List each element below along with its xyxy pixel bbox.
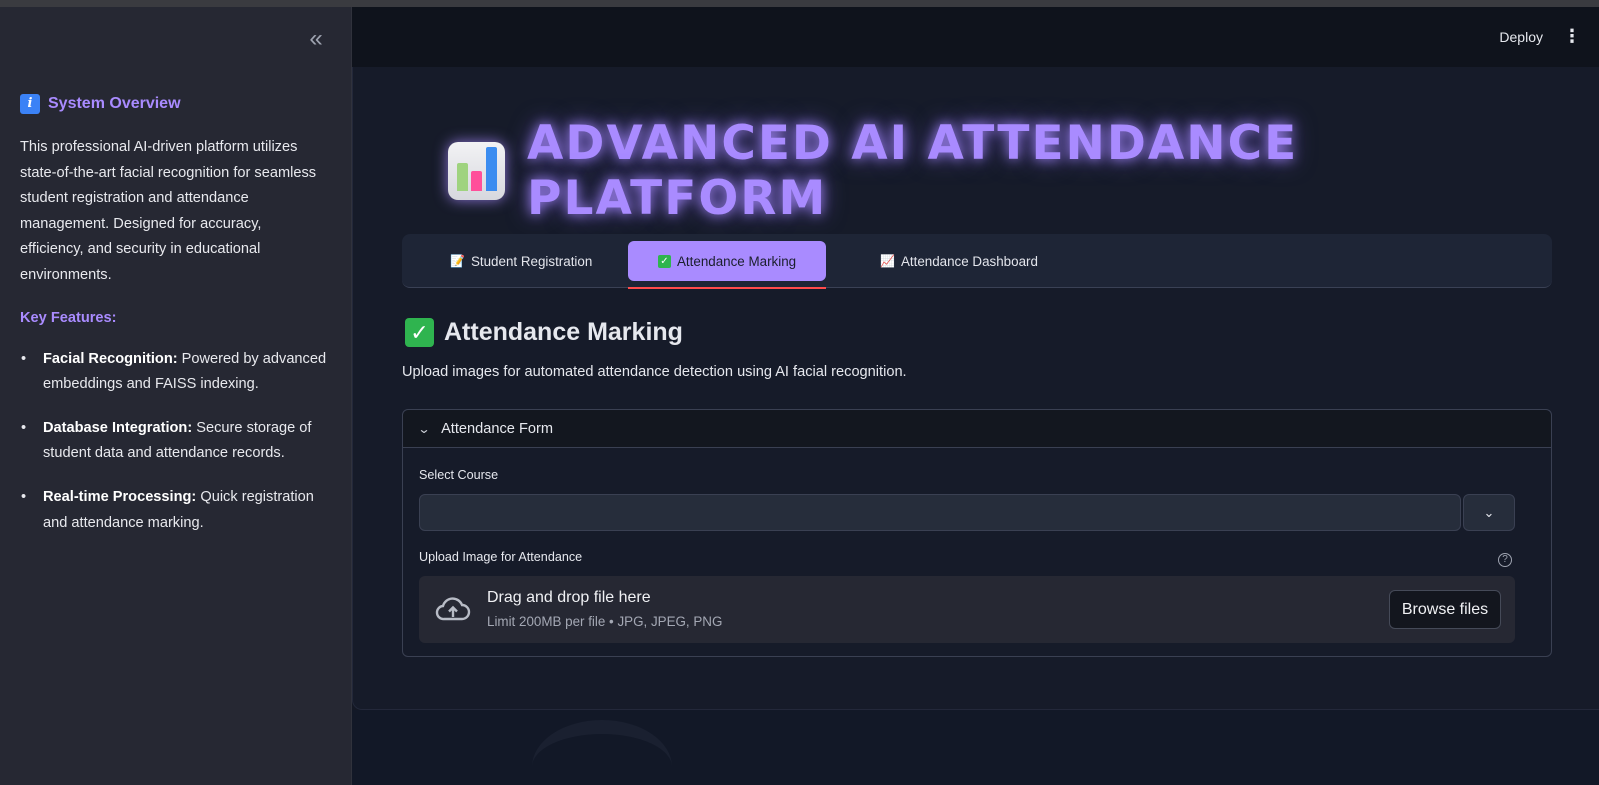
- feature-name: Database Integration:: [43, 419, 193, 436]
- section-title-text: Attendance Marking: [444, 318, 683, 346]
- features-list: Facial Recognition: Powered by advanced …: [20, 347, 329, 537]
- attendance-form-expander: ⌄ Attendance Form Select Course ⌄ Upload…: [402, 409, 1552, 657]
- deploy-button[interactable]: Deploy: [1499, 29, 1543, 45]
- app-header: Deploy ⋮: [352, 7, 1599, 67]
- check-icon: ✓: [658, 254, 671, 268]
- tab-student-registration[interactable]: 📝 Student Registration: [420, 241, 622, 281]
- feature-item: Facial Recognition: Powered by advanced …: [21, 347, 329, 398]
- info-icon: i: [20, 94, 40, 114]
- main-menu-icon[interactable]: ⋮: [1563, 27, 1581, 45]
- feature-item: Database Integration: Secure storage of …: [21, 416, 329, 467]
- help-icon[interactable]: ?: [1498, 553, 1512, 567]
- cloud-upload-icon: [435, 597, 471, 621]
- chevron-down-icon: ⌄: [417, 421, 431, 436]
- dropzone-limits: Limit 200MB per file • JPG, JPEG, PNG: [487, 614, 723, 629]
- browse-files-button[interactable]: Browse files: [1389, 590, 1501, 629]
- tab-bar: 📝 Student Registration ✓ Attendance Mark…: [402, 234, 1552, 289]
- file-dropzone[interactable]: Drag and drop file here Limit 200MB per …: [419, 576, 1515, 643]
- sidebar-description: This professional AI-driven platform uti…: [20, 139, 317, 283]
- course-select[interactable]: [419, 494, 1461, 531]
- dropzone-title: Drag and drop file here: [487, 589, 651, 606]
- main-content: ADVANCED AI ATTENDANCE PLATFORM 📝 Studen…: [352, 67, 1599, 710]
- check-icon: ✓: [405, 318, 434, 347]
- bar-chart-icon: [448, 142, 506, 200]
- section-title: ✓ Attendance Marking: [405, 318, 683, 347]
- expander-header[interactable]: ⌄ Attendance Form: [403, 410, 1551, 448]
- key-features-heading: Key Features:: [20, 309, 117, 326]
- sidebar: « i System Overview This professional AI…: [0, 7, 352, 785]
- window-top-strip: [0, 0, 1599, 7]
- feature-name: Real-time Processing:: [43, 488, 197, 505]
- tab-attendance-dashboard[interactable]: 📈 Attendance Dashboard: [850, 241, 1068, 281]
- course-label: Select Course: [419, 468, 499, 482]
- upload-label: Upload Image for Attendance: [419, 550, 583, 564]
- feature-item: Real-time Processing: Quick registration…: [21, 485, 329, 536]
- chevron-down-icon: ⌄: [1483, 505, 1495, 520]
- sidebar-title-text: System Overview: [48, 95, 181, 112]
- sidebar-title: i System Overview: [20, 94, 329, 114]
- tab-label: Attendance Marking: [677, 253, 797, 269]
- tab-label: Student Registration: [470, 253, 593, 269]
- course-dropdown-button[interactable]: ⌄: [1463, 494, 1515, 531]
- tab-attendance-marking[interactable]: ✓ Attendance Marking: [628, 241, 827, 289]
- expander-label: Attendance Form: [441, 420, 554, 437]
- collapse-sidebar-icon[interactable]: «: [304, 27, 328, 53]
- page-title: ADVANCED AI ATTENDANCE PLATFORM: [527, 116, 1299, 226]
- section-description: Upload images for automated attendance d…: [402, 364, 907, 380]
- chart-up-icon: 📈: [880, 254, 895, 268]
- feature-name: Facial Recognition:: [43, 350, 178, 367]
- tab-label: Attendance Dashboard: [900, 253, 1038, 269]
- memo-icon: 📝: [450, 254, 465, 268]
- page-background: [352, 710, 1599, 785]
- hero-banner: ADVANCED AI ATTENDANCE PLATFORM: [448, 116, 1599, 226]
